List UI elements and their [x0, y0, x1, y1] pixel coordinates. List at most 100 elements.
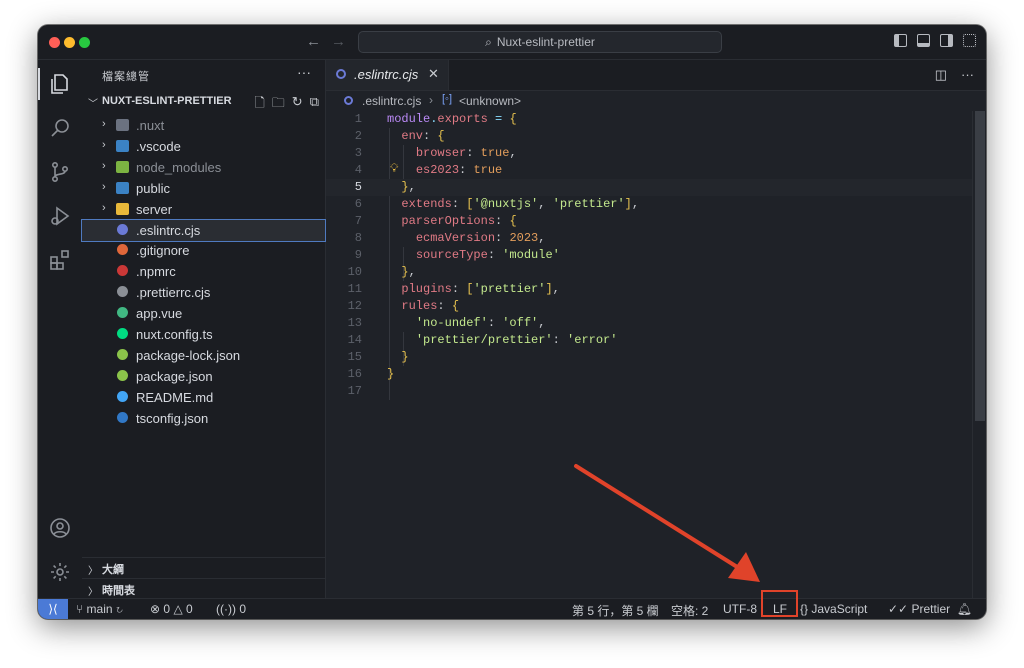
- search-view-icon[interactable]: [48, 116, 72, 140]
- back-arrow-icon[interactable]: ←: [306, 33, 321, 50]
- tree-item-label: package-lock.json: [136, 347, 241, 363]
- tree-file[interactable]: README.md: [82, 387, 325, 408]
- close-window-button[interactable]: [49, 37, 60, 48]
- code-line[interactable]: 5 },: [326, 179, 972, 196]
- code-line[interactable]: 3 browser: true,: [326, 145, 972, 162]
- code-line[interactable]: 6 extends: ['@nuxtjs', 'prettier'],: [326, 196, 972, 213]
- close-tab-icon[interactable]: ✕: [428, 66, 439, 82]
- code-text: ecmaVersion: 2023,: [415, 231, 546, 245]
- code-line[interactable]: 11 plugins: ['prettier'],: [326, 281, 972, 298]
- code-line[interactable]: 1 module.exports = {: [326, 111, 972, 128]
- code-line[interactable]: 17: [326, 383, 972, 400]
- run-debug-icon[interactable]: [48, 204, 72, 228]
- explorer-icon[interactable]: [38, 68, 72, 100]
- chevron-right-icon: ›: [102, 180, 106, 193]
- code-line[interactable]: 9 sourceType: 'module': [326, 247, 972, 264]
- explorer-more-actions-icon[interactable]: ···: [297, 64, 311, 80]
- indentation[interactable]: 空格: 2: [671, 602, 708, 619]
- split-editor-icon[interactable]: ◫: [935, 67, 947, 83]
- line-number: 11: [347, 282, 362, 296]
- code-line[interactable]: 10 },: [326, 264, 972, 281]
- editor-scrollbar[interactable]: [972, 111, 986, 598]
- code-line[interactable]: 13 'no-undef': 'off',: [326, 315, 972, 332]
- line-number: 1: [354, 112, 362, 126]
- remote-indicator[interactable]: ⟩⟨: [38, 599, 68, 619]
- double-check-icon: ✓✓: [888, 602, 909, 616]
- tab-eslintrc[interactable]: .eslintrc.cjs ✕: [326, 60, 449, 90]
- file-icon: [117, 390, 128, 402]
- customize-layout-icon[interactable]: [963, 34, 976, 47]
- tree-file[interactable]: .eslintrc.cjs: [81, 218, 326, 242]
- code-text: }: [387, 367, 395, 381]
- tree-folder[interactable]: › .nuxt: [82, 115, 325, 136]
- source-control-icon[interactable]: [48, 160, 72, 184]
- notifications-bell-icon[interactable]: 🔔︎: [957, 602, 972, 616]
- new-folder-icon[interactable]: 🗀: [272, 94, 285, 116]
- folder-icon: [116, 160, 129, 173]
- tree-file[interactable]: .gitignore: [82, 240, 325, 261]
- tree-file[interactable]: app.vue: [82, 303, 325, 324]
- branch-name: main: [86, 602, 113, 616]
- project-folder-header[interactable]: ﹀ NUXT-ESLINT-PRETTIER 🗋 🗀 ↻ ⧉: [82, 92, 325, 112]
- forward-arrow-icon[interactable]: →: [331, 33, 346, 50]
- extensions-icon[interactable]: [48, 248, 72, 272]
- tree-file[interactable]: .npmrc: [82, 261, 325, 282]
- code-editor[interactable]: 1 module.exports = { 2 env: {3 browser: tr…: [326, 111, 972, 598]
- encoding[interactable]: UTF-8: [723, 602, 757, 616]
- tree-file[interactable]: package.json: [82, 366, 325, 387]
- breadcrumb-symbol[interactable]: <unknown>: [459, 94, 521, 108]
- code-text: sourceType: 'module': [415, 248, 560, 262]
- breadcrumb-file[interactable]: .eslintrc.cjs: [362, 94, 421, 108]
- tree-folder[interactable]: › server: [82, 199, 325, 220]
- editor-more-actions-icon[interactable]: ···: [961, 67, 974, 83]
- toggle-primary-sidebar-icon[interactable]: [894, 34, 907, 47]
- command-center-search[interactable]: ⌕ Nuxt-eslint-prettier: [358, 31, 722, 53]
- tree-folder[interactable]: › public: [82, 178, 325, 199]
- eslint-file-icon: [336, 69, 346, 79]
- branch-indicator[interactable]: ⑂ main ↻: [76, 602, 123, 616]
- code-text: module.exports = {: [387, 112, 517, 126]
- code-line[interactable]: 7 parserOptions: {: [326, 213, 972, 230]
- file-icon: [117, 369, 128, 381]
- tree-file[interactable]: nuxt.config.ts: [82, 324, 325, 345]
- code-line[interactable]: 4 es2023: true 💡︎: [326, 162, 972, 179]
- accounts-icon[interactable]: [48, 516, 72, 540]
- prettier-status[interactable]: ✓✓ Prettier: [888, 602, 950, 616]
- lightbulb-icon[interactable]: 💡︎: [390, 162, 398, 176]
- problems-indicator[interactable]: ⊗ 0 △ 0: [150, 602, 193, 616]
- code-line[interactable]: 8 ecmaVersion: 2023,: [326, 230, 972, 247]
- tree-folder[interactable]: › node_modules: [82, 157, 325, 178]
- code-line[interactable]: 16}: [326, 366, 972, 383]
- scrollbar-thumb[interactable]: [975, 111, 985, 421]
- code-line[interactable]: 14 'prettier/prettier': 'error': [326, 332, 972, 349]
- line-number: 17: [347, 384, 362, 398]
- line-number: 15: [347, 350, 362, 364]
- tree-file[interactable]: tsconfig.json: [82, 408, 325, 429]
- language-mode[interactable]: {} JavaScript: [800, 602, 867, 616]
- manage-gear-icon[interactable]: [48, 560, 72, 584]
- zoom-window-button[interactable]: [79, 37, 90, 48]
- refresh-icon[interactable]: ↻: [292, 94, 303, 116]
- folder-icon: [116, 139, 129, 152]
- outline-section[interactable]: 〉 大綱: [82, 557, 325, 578]
- timeline-section[interactable]: 〉 時間表: [82, 578, 325, 599]
- minimize-window-button[interactable]: [64, 37, 75, 48]
- warning-icon: △: [173, 602, 183, 616]
- file-icon: [117, 223, 128, 235]
- new-file-icon[interactable]: 🗋: [254, 94, 264, 116]
- tree-folder[interactable]: › .vscode: [82, 136, 325, 157]
- tree-item-label: server: [136, 201, 173, 217]
- editor-tab-bar: .eslintrc.cjs ✕ ◫ ···: [326, 60, 986, 91]
- toggle-panel-icon[interactable]: [917, 34, 930, 47]
- code-text: env: {: [401, 129, 445, 143]
- tree-file[interactable]: package-lock.json: [82, 345, 325, 366]
- command-center-label: Nuxt-eslint-prettier: [496, 35, 595, 49]
- code-line[interactable]: 12 rules: {: [326, 298, 972, 315]
- collapse-all-icon[interactable]: ⧉: [310, 94, 319, 116]
- toggle-secondary-sidebar-icon[interactable]: [940, 34, 953, 47]
- code-line[interactable]: 15 }: [326, 349, 972, 366]
- ports-indicator[interactable]: ((·)) 0: [216, 602, 246, 616]
- tree-file[interactable]: .prettierrc.cjs: [82, 282, 325, 303]
- code-line[interactable]: 2 env: {: [326, 128, 972, 145]
- cursor-position[interactable]: 第 5 行，第 5 欄: [572, 602, 659, 619]
